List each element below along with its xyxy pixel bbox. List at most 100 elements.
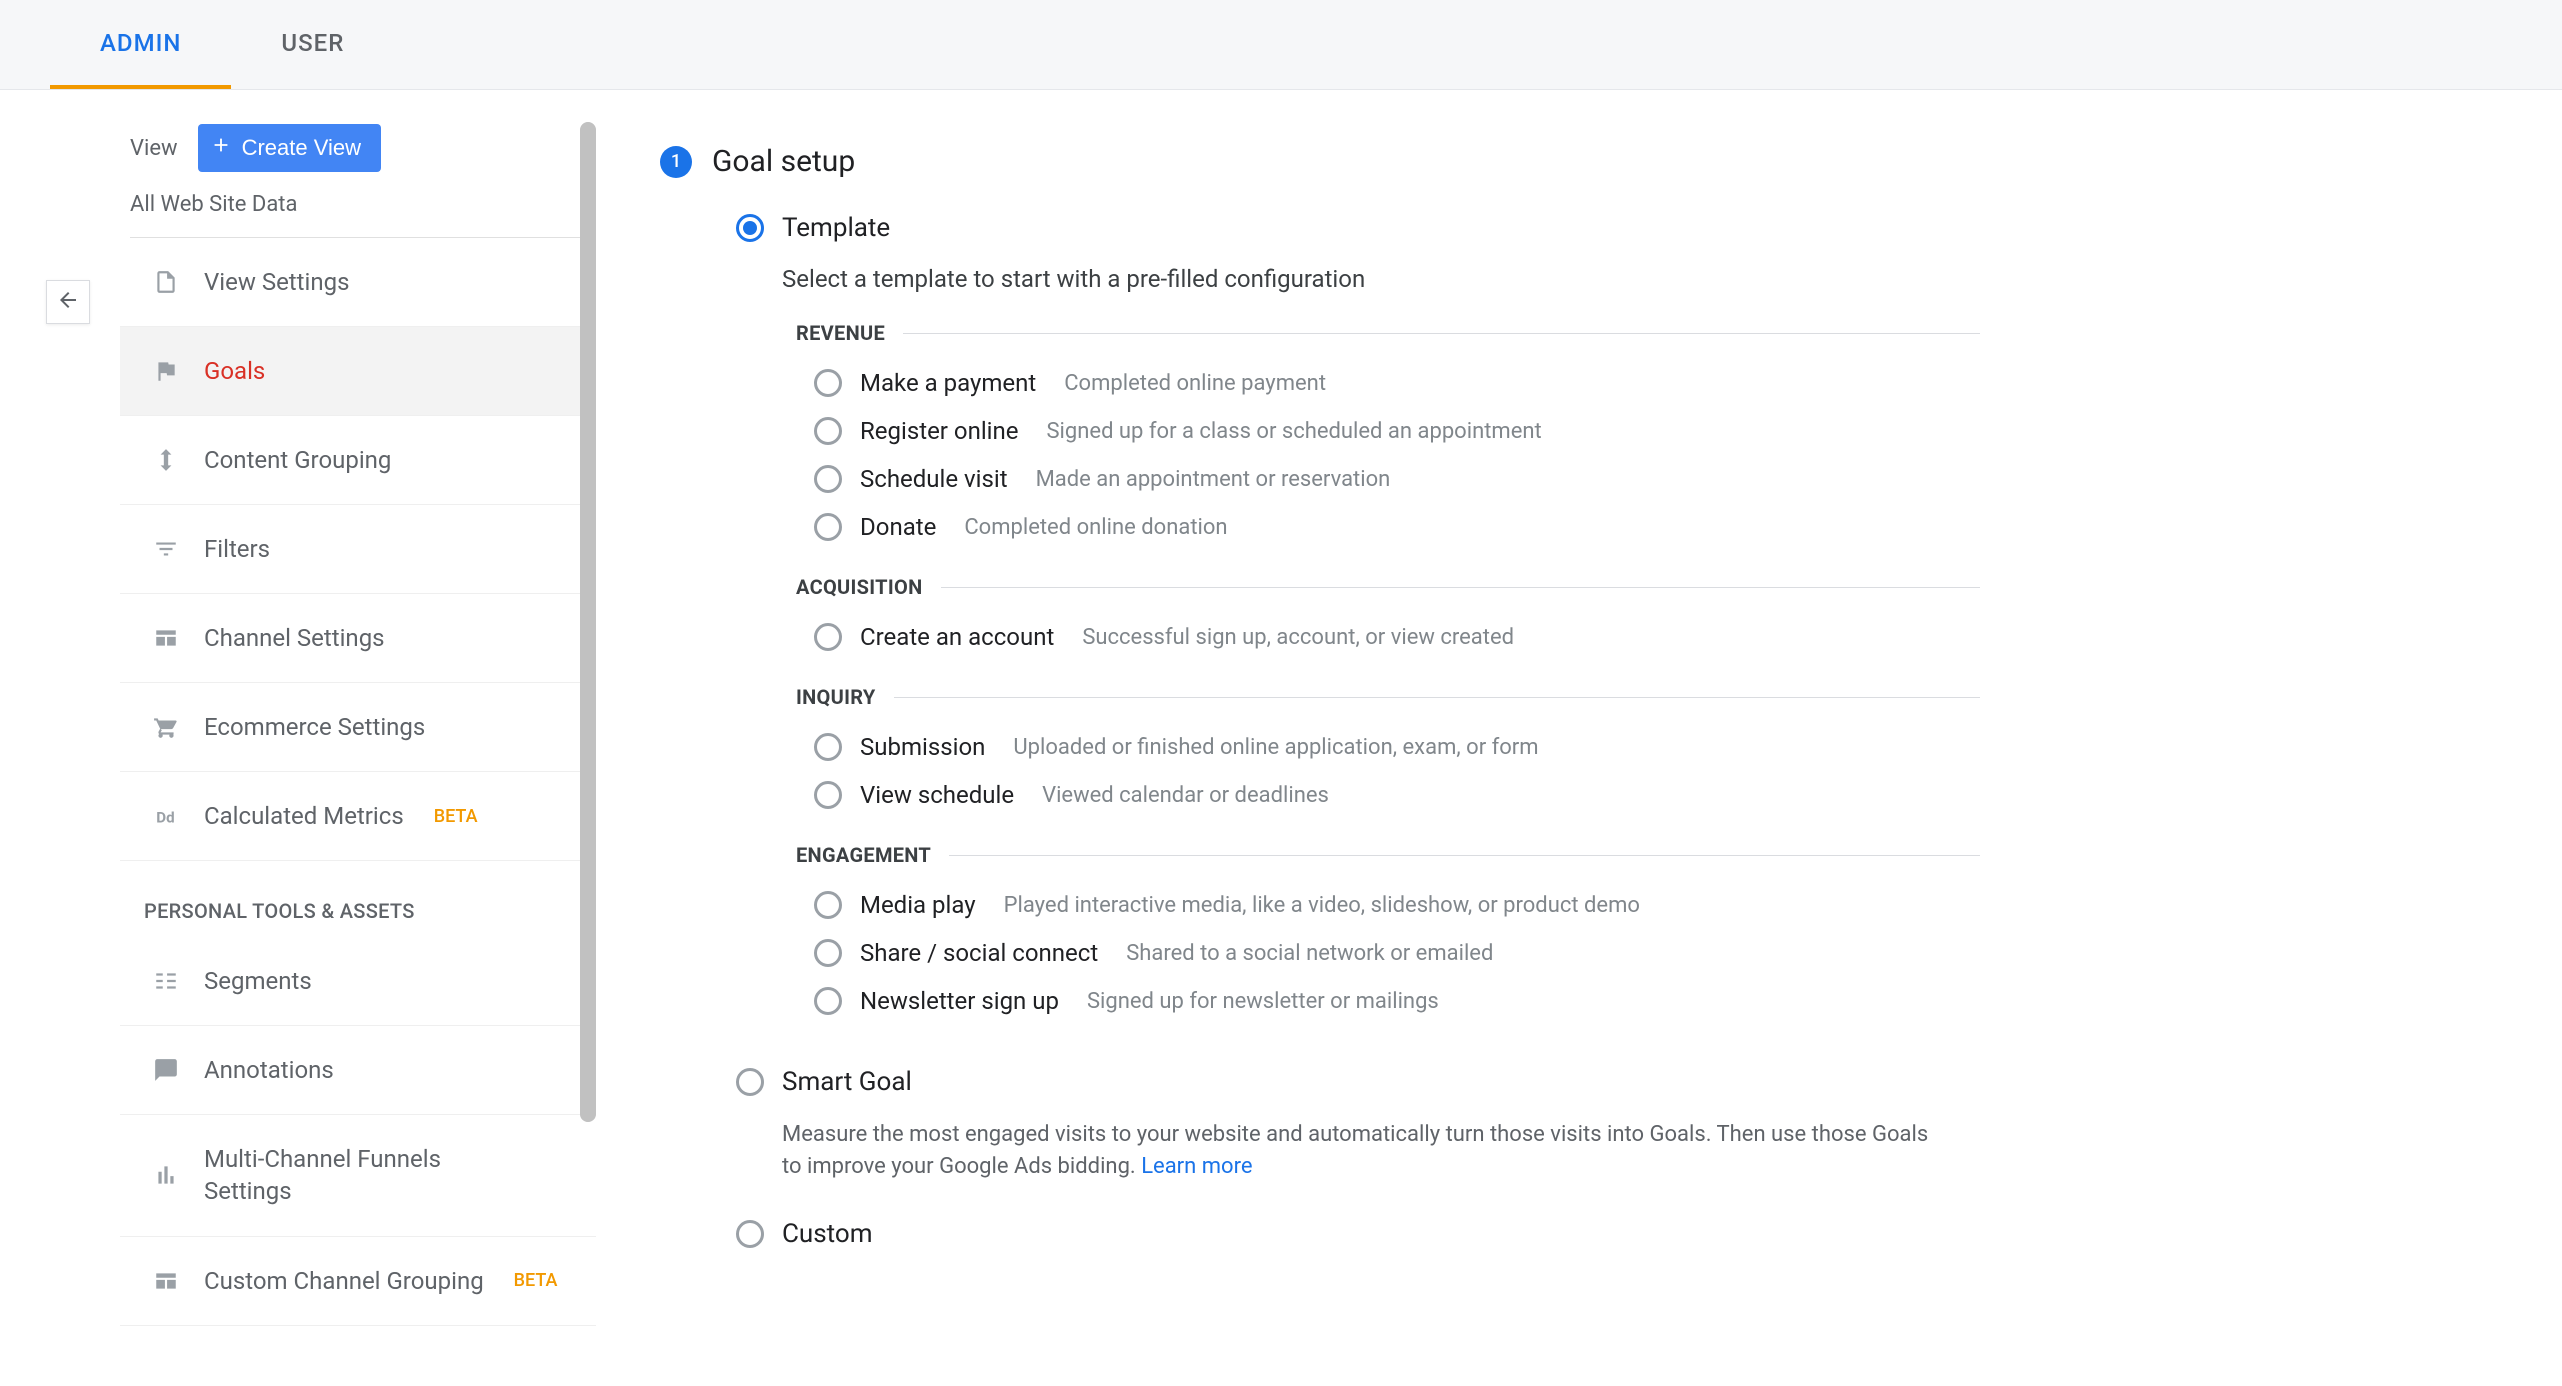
flag-icon	[150, 355, 182, 387]
nav-item-label: Goals	[204, 357, 265, 385]
svg-text:Dd: Dd	[156, 809, 174, 827]
template-option[interactable]: Submission Uploaded or finished online ap…	[796, 723, 1980, 771]
template-option-desc: Uploaded or finished online application,…	[1013, 735, 1538, 760]
template-option[interactable]: Create an accountSuccessful sign up, acc…	[796, 613, 1980, 661]
nav-item-channel-settings[interactable]: Channel Settings	[120, 594, 596, 683]
beta-badge: BETA	[434, 806, 478, 827]
annotations-icon	[150, 1054, 182, 1086]
nav-item-custom-channel-grouping[interactable]: Custom Channel GroupingBETA	[120, 1237, 596, 1326]
template-option-label: Create an account	[860, 623, 1054, 651]
back-arrow-icon	[56, 288, 80, 316]
tab-user[interactable]: USER	[231, 0, 394, 89]
grouping-icon	[150, 444, 182, 476]
template-option-label: Newsletter sign up	[860, 987, 1059, 1015]
bars-icon	[150, 1159, 182, 1191]
template-option-label: Submission	[860, 733, 985, 761]
template-option-label: View schedule	[860, 781, 1014, 809]
template-option-label: Schedule visit	[860, 465, 1008, 493]
step-title: Goal setup	[712, 144, 855, 179]
nav-item-label: Settings	[204, 1175, 441, 1207]
back-button[interactable]	[46, 280, 90, 324]
nav-item-label: Custom Channel Grouping	[204, 1267, 484, 1295]
template-option[interactable]: Register online Signed up for a class or …	[796, 407, 1980, 455]
template-option[interactable]: Make a payment Completed online payment	[796, 359, 1980, 407]
nav-item-mcf[interactable]: Multi-Channel FunnelsSettings	[120, 1115, 596, 1237]
nav-item-label: Filters	[204, 535, 270, 563]
radio-template-option[interactable]	[814, 733, 842, 761]
nav-item-label: Annotations	[204, 1056, 334, 1084]
channel-icon	[150, 1265, 182, 1297]
template-option-desc: Completed online payment	[1064, 371, 1326, 396]
template-option-desc: Signed up for a class or scheduled an ap…	[1046, 419, 1541, 444]
template-group-title: INQUIRY	[796, 685, 876, 709]
nav-item-filters[interactable]: Filters	[120, 505, 596, 594]
nav-item-content-grouping[interactable]: Content Grouping	[120, 416, 596, 505]
template-option-desc: Shared to a social network or emailed	[1126, 941, 1493, 966]
segments-icon	[150, 965, 182, 997]
nav-item-goals[interactable]: Goals	[120, 327, 596, 416]
main-content: 1 Goal setup Template Select a template …	[596, 90, 2562, 1386]
nav-item-ecommerce[interactable]: Ecommerce Settings	[120, 683, 596, 772]
tab-admin[interactable]: ADMIN	[50, 0, 231, 89]
nav-item-annotations[interactable]: Annotations	[120, 1026, 596, 1115]
template-group: ENGAGEMENTMedia playPlayed interactive m…	[736, 843, 1980, 1025]
sidebar-scrollbar-thumb[interactable]	[580, 122, 596, 1122]
create-view-label: Create View	[242, 135, 361, 161]
template-group-title: REVENUE	[796, 321, 885, 345]
template-option[interactable]: DonateCompleted online donation	[796, 503, 1980, 551]
radio-template[interactable]	[736, 214, 764, 242]
option-template[interactable]: Template	[736, 213, 1980, 243]
plus-icon	[210, 134, 232, 162]
radio-template-option[interactable]	[814, 891, 842, 919]
radio-template-option[interactable]	[814, 369, 842, 397]
template-option-label: Donate	[860, 513, 936, 541]
divider	[949, 855, 1980, 856]
template-option-label: Register online	[860, 417, 1018, 445]
template-option-label: Make a payment	[860, 369, 1036, 397]
nav-item-label: View Settings	[204, 268, 349, 296]
filter-icon	[150, 533, 182, 565]
template-option[interactable]: View schedule Viewed calendar or deadline…	[796, 771, 1980, 819]
radio-template-option[interactable]	[814, 939, 842, 967]
channel-icon	[150, 622, 182, 654]
template-option-desc: Made an appointment or reservation	[1036, 467, 1391, 492]
sidebar-scrollbar[interactable]	[580, 122, 596, 1122]
template-option[interactable]: Schedule visit Made an appointment or res…	[796, 455, 1980, 503]
template-option[interactable]: Media playPlayed interactive media, like…	[796, 881, 1980, 929]
nav-item-label: Multi-Channel Funnels	[204, 1143, 441, 1175]
template-option-desc: Viewed calendar or deadlines	[1042, 783, 1329, 808]
template-option-label: Share / social connect	[860, 939, 1098, 967]
template-group: INQUIRY Submission Uploaded or finished on…	[736, 685, 1980, 819]
file-icon	[150, 266, 182, 298]
radio-template-option[interactable]	[814, 513, 842, 541]
radio-template-option[interactable]	[814, 623, 842, 651]
option-template-subtitle: Select a template to start with a pre-fi…	[736, 265, 1980, 293]
nav-item-segments[interactable]: Segments	[120, 937, 596, 1026]
nav-item-label: Calculated Metrics	[204, 802, 404, 830]
option-custom-label: Custom	[782, 1219, 873, 1249]
radio-template-option[interactable]	[814, 987, 842, 1015]
radio-template-option[interactable]	[814, 781, 842, 809]
radio-template-option[interactable]	[814, 417, 842, 445]
radio-template-option[interactable]	[814, 465, 842, 493]
nav-item-label: Ecommerce Settings	[204, 713, 425, 741]
divider	[903, 333, 1980, 334]
view-label: View	[130, 136, 178, 161]
nav-item-calculated-metrics[interactable]: Dd Calculated Metrics BETA	[120, 772, 596, 861]
option-template-label: Template	[782, 213, 890, 243]
option-smart-goal[interactable]: Smart Goal	[736, 1067, 1980, 1097]
template-option-desc: Signed up for newsletter or mailings	[1087, 989, 1439, 1014]
template-option-desc: Played interactive media, like a video, …	[1004, 893, 1640, 918]
learn-more-link[interactable]: Learn more	[1141, 1154, 1252, 1179]
create-view-button[interactable]: Create View	[198, 124, 381, 172]
nav-item-view-settings[interactable]: View Settings	[120, 238, 596, 327]
current-view-name[interactable]: All Web Site Data	[120, 186, 596, 237]
option-custom[interactable]: Custom	[736, 1219, 1980, 1249]
radio-smart-goal[interactable]	[736, 1068, 764, 1096]
nav-item-label: Channel Settings	[204, 624, 385, 652]
template-option[interactable]: Newsletter sign up Signed up for newslett…	[796, 977, 1980, 1025]
personal-nav-list: Segments Annotations Multi-Channel Funnels…	[120, 937, 596, 1326]
step-number-badge: 1	[660, 146, 692, 178]
template-option[interactable]: Share / social connect Shared to a social…	[796, 929, 1980, 977]
radio-custom[interactable]	[736, 1220, 764, 1248]
